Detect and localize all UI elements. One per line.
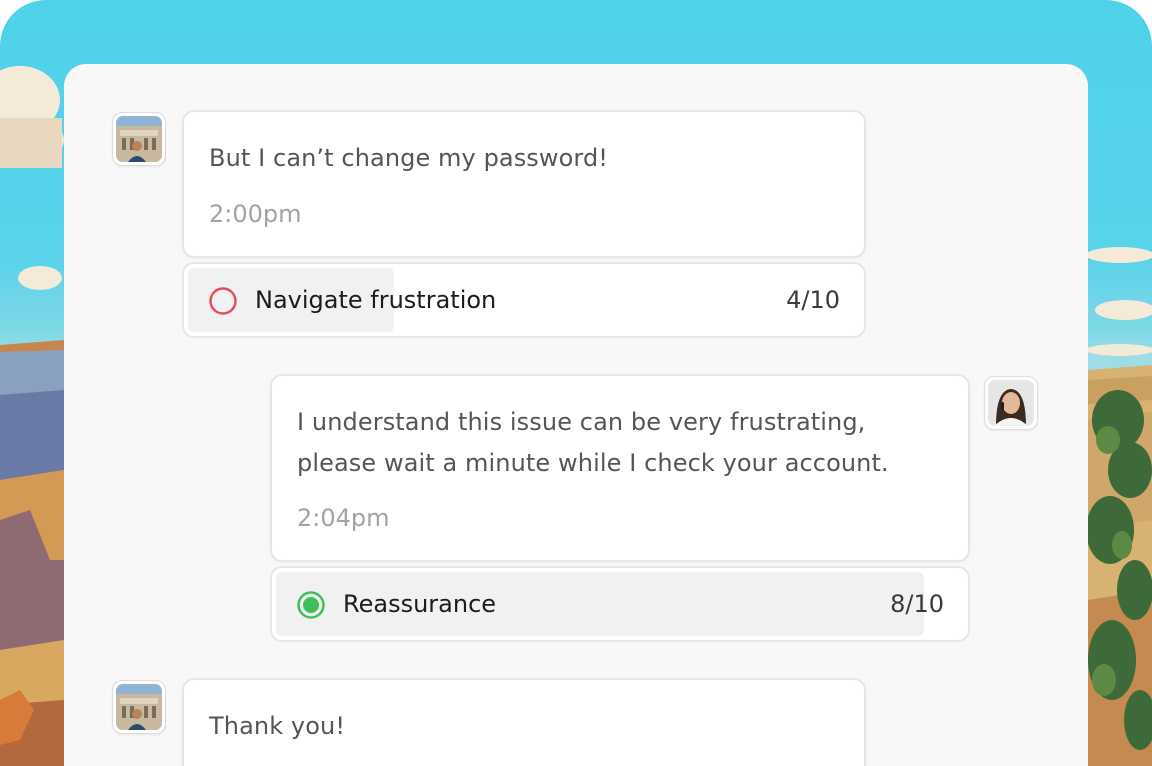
customer-photo-icon: [116, 116, 162, 162]
message-text: I understand this issue can be very frus…: [297, 408, 866, 436]
message-bubble: But I can’t change my password! 2:00pm: [182, 110, 866, 258]
message-timestamp: 2:04pm: [297, 504, 390, 532]
message-text: But I can’t change my password!: [209, 144, 609, 172]
message-text: Thank you!: [209, 712, 346, 740]
app-window: But I can’t change my password! 2:00pm N…: [0, 0, 1152, 766]
evaluation-label: Navigate frustration: [255, 286, 497, 314]
message-text-line2: please wait a minute while I check your …: [297, 449, 889, 477]
evaluation-tag[interactable]: Navigate frustration 4/10: [182, 262, 866, 338]
message-timestamp: 2:00pm: [209, 200, 302, 228]
agent-avatar: [984, 376, 1038, 430]
evaluation-score: 4/10: [786, 286, 840, 314]
agent-photo-icon: [988, 380, 1034, 426]
customer-avatar: [112, 112, 166, 166]
customer-photo-icon: [116, 684, 162, 730]
evaluation-score: 8/10: [890, 590, 944, 618]
message-bubble: I understand this issue can be very frus…: [270, 374, 970, 562]
empty-circle-icon: [209, 287, 237, 315]
filled-circle-icon: [297, 591, 325, 619]
message-bubble: Thank you!: [182, 678, 866, 766]
evaluation-label: Reassurance: [343, 590, 497, 618]
customer-avatar: [112, 680, 166, 734]
evaluation-tag[interactable]: Reassurance 8/10: [270, 566, 970, 642]
